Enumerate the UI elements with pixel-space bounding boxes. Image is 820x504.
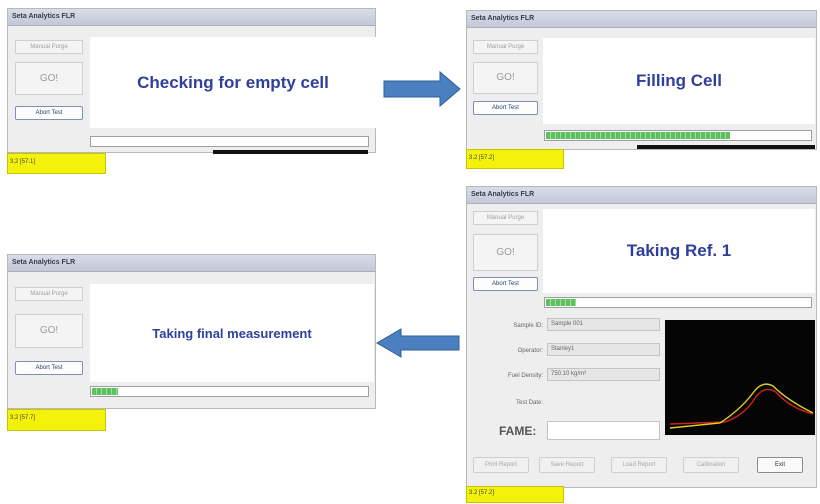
status-code: 3.2 [57.1]	[7, 153, 106, 174]
status-code: 3.2 [57.2]	[466, 149, 564, 169]
window-title: Seta Analytics FLR	[8, 255, 375, 272]
operator-label: Operator:	[517, 348, 543, 354]
manual-purge-button[interactable]: Manual Purge	[15, 287, 83, 301]
progress-fill	[546, 299, 576, 306]
abort-test-button[interactable]: Abort Test	[15, 361, 83, 375]
sample-id-field[interactable]: Sample 001	[547, 318, 660, 331]
progress-bar	[90, 136, 369, 147]
window-title: Seta Analytics FLR	[467, 187, 816, 204]
abort-test-button[interactable]: Abort Test	[15, 106, 83, 120]
save-report-button[interactable]: Save Report	[539, 457, 595, 473]
sample-id-label: Sample ID:	[513, 323, 543, 329]
app-window-filling: Seta Analytics FLR Manual Purge GO! Abor…	[466, 10, 817, 150]
measurement-graph	[665, 320, 815, 435]
status-strip	[637, 145, 815, 149]
window-title: Seta Analytics FLR	[467, 11, 816, 28]
go-button[interactable]: GO!	[15, 314, 83, 348]
status-message: Checking for empty cell	[90, 37, 376, 128]
status-message: Taking Ref. 1	[543, 209, 815, 293]
abort-test-button[interactable]: Abort Test	[473, 101, 538, 115]
progress-fill	[546, 132, 731, 139]
progress-fill	[92, 388, 118, 395]
progress-bar	[90, 386, 369, 397]
abort-test-button[interactable]: Abort Test	[473, 277, 538, 291]
manual-purge-button[interactable]: Manual Purge	[473, 211, 538, 225]
status-strip	[213, 150, 368, 154]
fuel-density-label: Fuel Density:	[507, 373, 543, 379]
fuel-density-field[interactable]: 750.10 kg/m³	[547, 368, 660, 381]
window-title: Seta Analytics FLR	[8, 9, 375, 26]
test-date-label: Test Date:	[515, 400, 543, 406]
fame-label: FAME:	[499, 424, 537, 438]
progress-bar	[544, 130, 812, 141]
manual-purge-button[interactable]: Manual Purge	[15, 40, 83, 54]
exit-button[interactable]: Exit	[757, 457, 803, 473]
progress-bar	[544, 297, 812, 308]
calibration-button[interactable]: Calibration	[683, 457, 739, 473]
status-code: 3.2 [57.2]	[466, 486, 564, 503]
operator-field[interactable]: Stanley1	[547, 343, 660, 356]
arrow-right-icon	[383, 70, 461, 108]
graph-background	[665, 320, 815, 435]
status-message: Filling Cell	[543, 38, 815, 124]
status-code: 3.2 [57.7]	[7, 409, 106, 431]
print-report-button[interactable]: Print Report	[473, 457, 529, 473]
manual-purge-button[interactable]: Manual Purge	[473, 40, 538, 54]
go-button[interactable]: GO!	[15, 62, 83, 95]
go-button[interactable]: GO!	[473, 62, 538, 94]
fame-field[interactable]	[547, 421, 660, 440]
load-report-button[interactable]: Load Report	[611, 457, 667, 473]
status-message: Taking final measurement	[90, 284, 374, 382]
go-button[interactable]: GO!	[473, 234, 538, 271]
app-window-reference: Seta Analytics FLR Manual Purge GO! Abor…	[466, 186, 817, 488]
app-window-checking: Seta Analytics FLR Manual Purge GO! Abor…	[7, 8, 376, 154]
app-window-final: Seta Analytics FLR Manual Purge GO! Abor…	[7, 254, 376, 409]
arrow-left-icon	[376, 328, 460, 358]
